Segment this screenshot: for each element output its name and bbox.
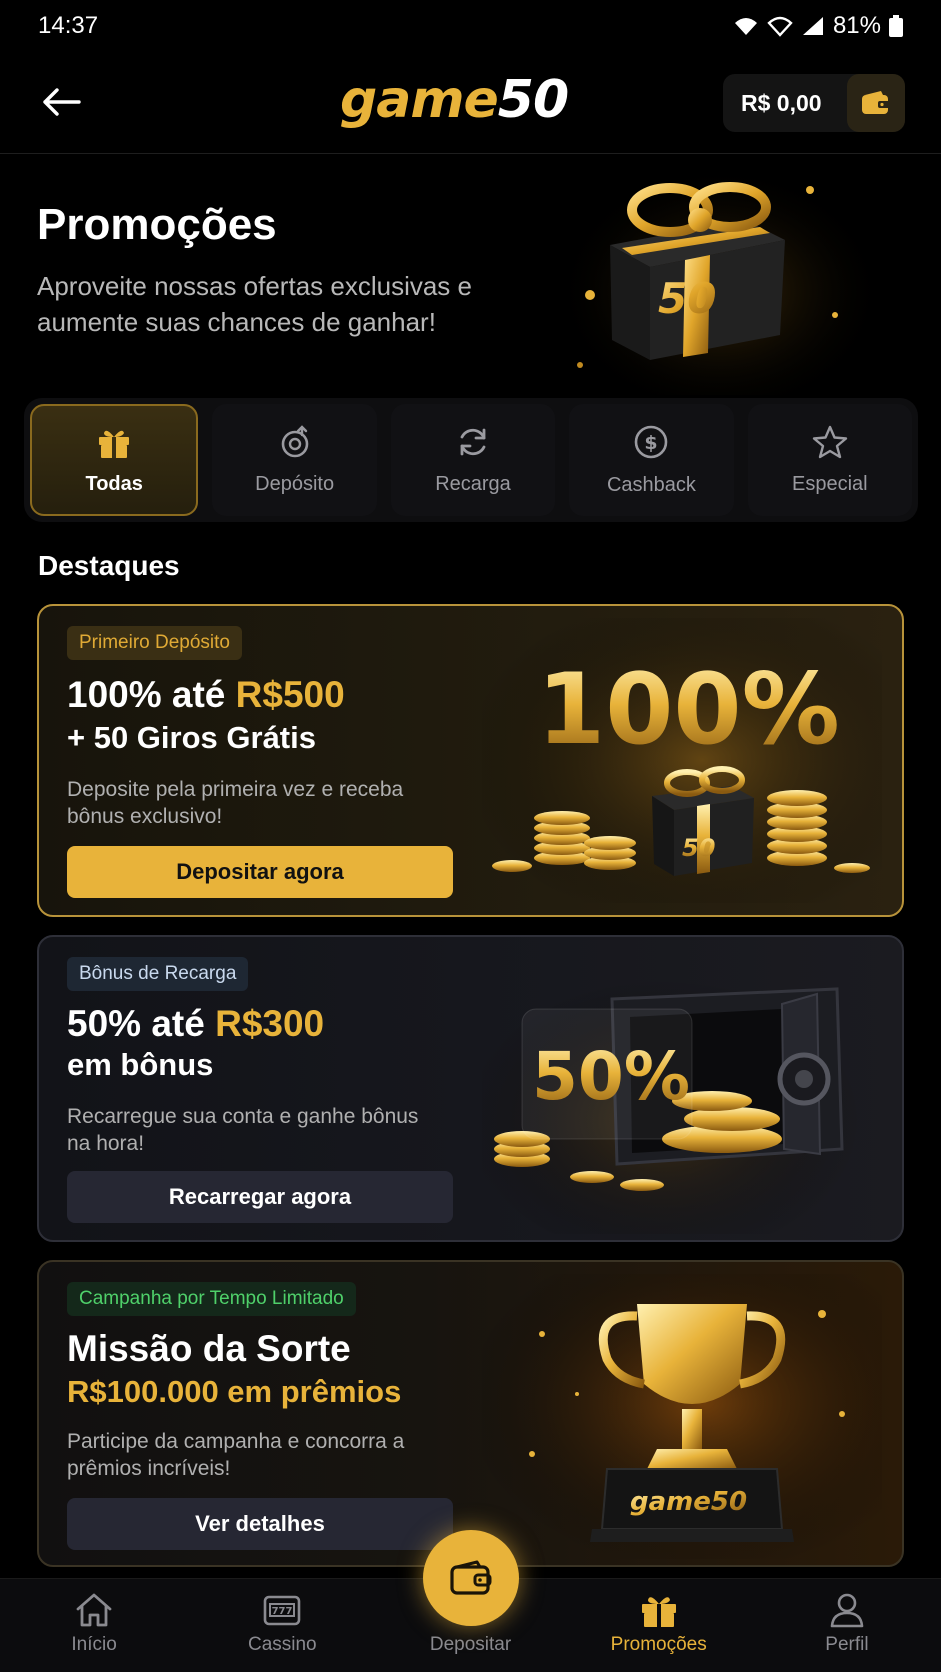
gift-box-illustration: 50 [570,165,870,395]
page-subtitle: Aproveite nossas ofertas exclusivas e au… [37,271,472,337]
status-icons: 81% [733,12,903,40]
promo-card-reload-bonus[interactable]: Bônus de Recarga 50% até R$300 em bônus … [37,935,904,1242]
safe-50-illustration: 50% [482,949,882,1234]
game50-logo[interactable]: game50 [340,70,569,130]
view-details-button[interactable]: Ver detalhes [67,1498,453,1550]
svg-text:777: 777 [272,1606,293,1617]
page-title: Promoções [37,200,277,249]
promo-subheadline: R$100.000 em prêmios [67,1374,402,1409]
art-box-label: 50 [682,834,715,862]
gift-label: 50 [658,274,716,323]
art-text: 100% [537,653,840,767]
wallet-icon [862,91,890,114]
status-bar: 14:37 81% [0,0,941,52]
app-header: game50 R$ 0,00 [0,52,941,154]
home-icon [76,1593,112,1627]
promo-category-tabs: Todas Depósito Recarga $ Cashback Especi… [24,398,918,522]
nav-promocoes[interactable]: Promoções [565,1579,753,1672]
tab-especial[interactable]: Especial [747,404,913,516]
nav-label: Depositar [429,1634,512,1655]
promo-badge: Bônus de Recarga [67,957,249,991]
bonus-100-illustration: 100% 50 [482,618,882,903]
deposit-icon [281,424,308,457]
tab-label: Depósito [255,472,335,495]
promo-subheadline: em bônus [67,1047,214,1082]
deposit-now-button[interactable]: Depositar agora [67,846,453,898]
refresh-icon [460,428,486,455]
slot-machine-icon: 777 [263,1595,301,1626]
nav-perfil[interactable]: Perfil [753,1579,941,1672]
promo-badge: Campanha por Tempo Limitado [67,1282,356,1316]
tab-label: Recarga [435,472,511,495]
promo-headline: 50% até R$300 [67,1003,325,1044]
promo-description: Participe da campanha e concorra a prêmi… [67,1430,405,1480]
tab-cashback[interactable]: $ Cashback [569,404,734,516]
battery-percent: 81% [832,12,881,39]
balance-display[interactable]: R$ 0,00 [723,74,905,132]
promo-headline: Missão da Sorte [67,1328,351,1369]
signal-icon [802,17,823,35]
tab-todas[interactable]: Todas [30,404,199,516]
nav-label: Perfil [825,1634,869,1655]
wallet-icon [450,1560,492,1595]
promo-subheadline: + 50 Giros Grátis [67,720,316,755]
art-text: 50% [532,1038,690,1115]
dollar-circle-icon: $ [635,425,668,458]
art-text: game50 [630,1487,747,1517]
wallet-button[interactable] [847,74,905,132]
trophy-illustration: game50 [482,1274,882,1559]
promo-card-lucky-mission[interactable]: Campanha por Tempo Limitado Missão da So… [37,1260,904,1567]
promo-badge: Primeiro Depósito [67,626,242,660]
back-button[interactable] [36,80,86,124]
promo-headline: 100% até R$500 [67,674,345,715]
deposit-fab-button[interactable] [423,1530,519,1626]
svg-text:$: $ [645,432,658,454]
battery-icon [889,15,903,37]
arrow-left-icon [43,88,81,116]
gift-icon [99,430,130,458]
tab-recarga[interactable]: Recarga [390,404,556,516]
user-icon [830,1593,864,1628]
star-icon [812,425,848,458]
gift-icon [641,1597,676,1627]
promo-description: Recarregue sua conta e ganhe bônus na ho… [67,1105,419,1155]
tab-label: Todas [85,472,143,495]
wifi-calling-icon [767,16,793,37]
tab-label: Especial [792,472,868,495]
balance-amount: R$ 0,00 [741,89,822,116]
nav-label: Promoções [610,1634,707,1655]
nav-label: Início [71,1634,117,1655]
promo-description: Deposite pela primeira vez e receba bônu… [67,778,404,828]
promo-card-first-deposit[interactable]: Primeiro Depósito 100% até R$500 + 50 Gi… [37,604,904,917]
nav-cassino[interactable]: 777 Cassino [188,1579,376,1672]
section-title: Destaques [38,550,180,581]
nav-label: Cassino [247,1634,317,1655]
status-time: 14:37 [38,12,99,39]
tab-deposito[interactable]: Depósito [212,404,377,516]
tab-label: Cashback [606,473,696,496]
reload-now-button[interactable]: Recarregar agora [67,1171,453,1223]
nav-inicio[interactable]: Início [0,1579,188,1672]
wifi-icon [734,18,757,35]
